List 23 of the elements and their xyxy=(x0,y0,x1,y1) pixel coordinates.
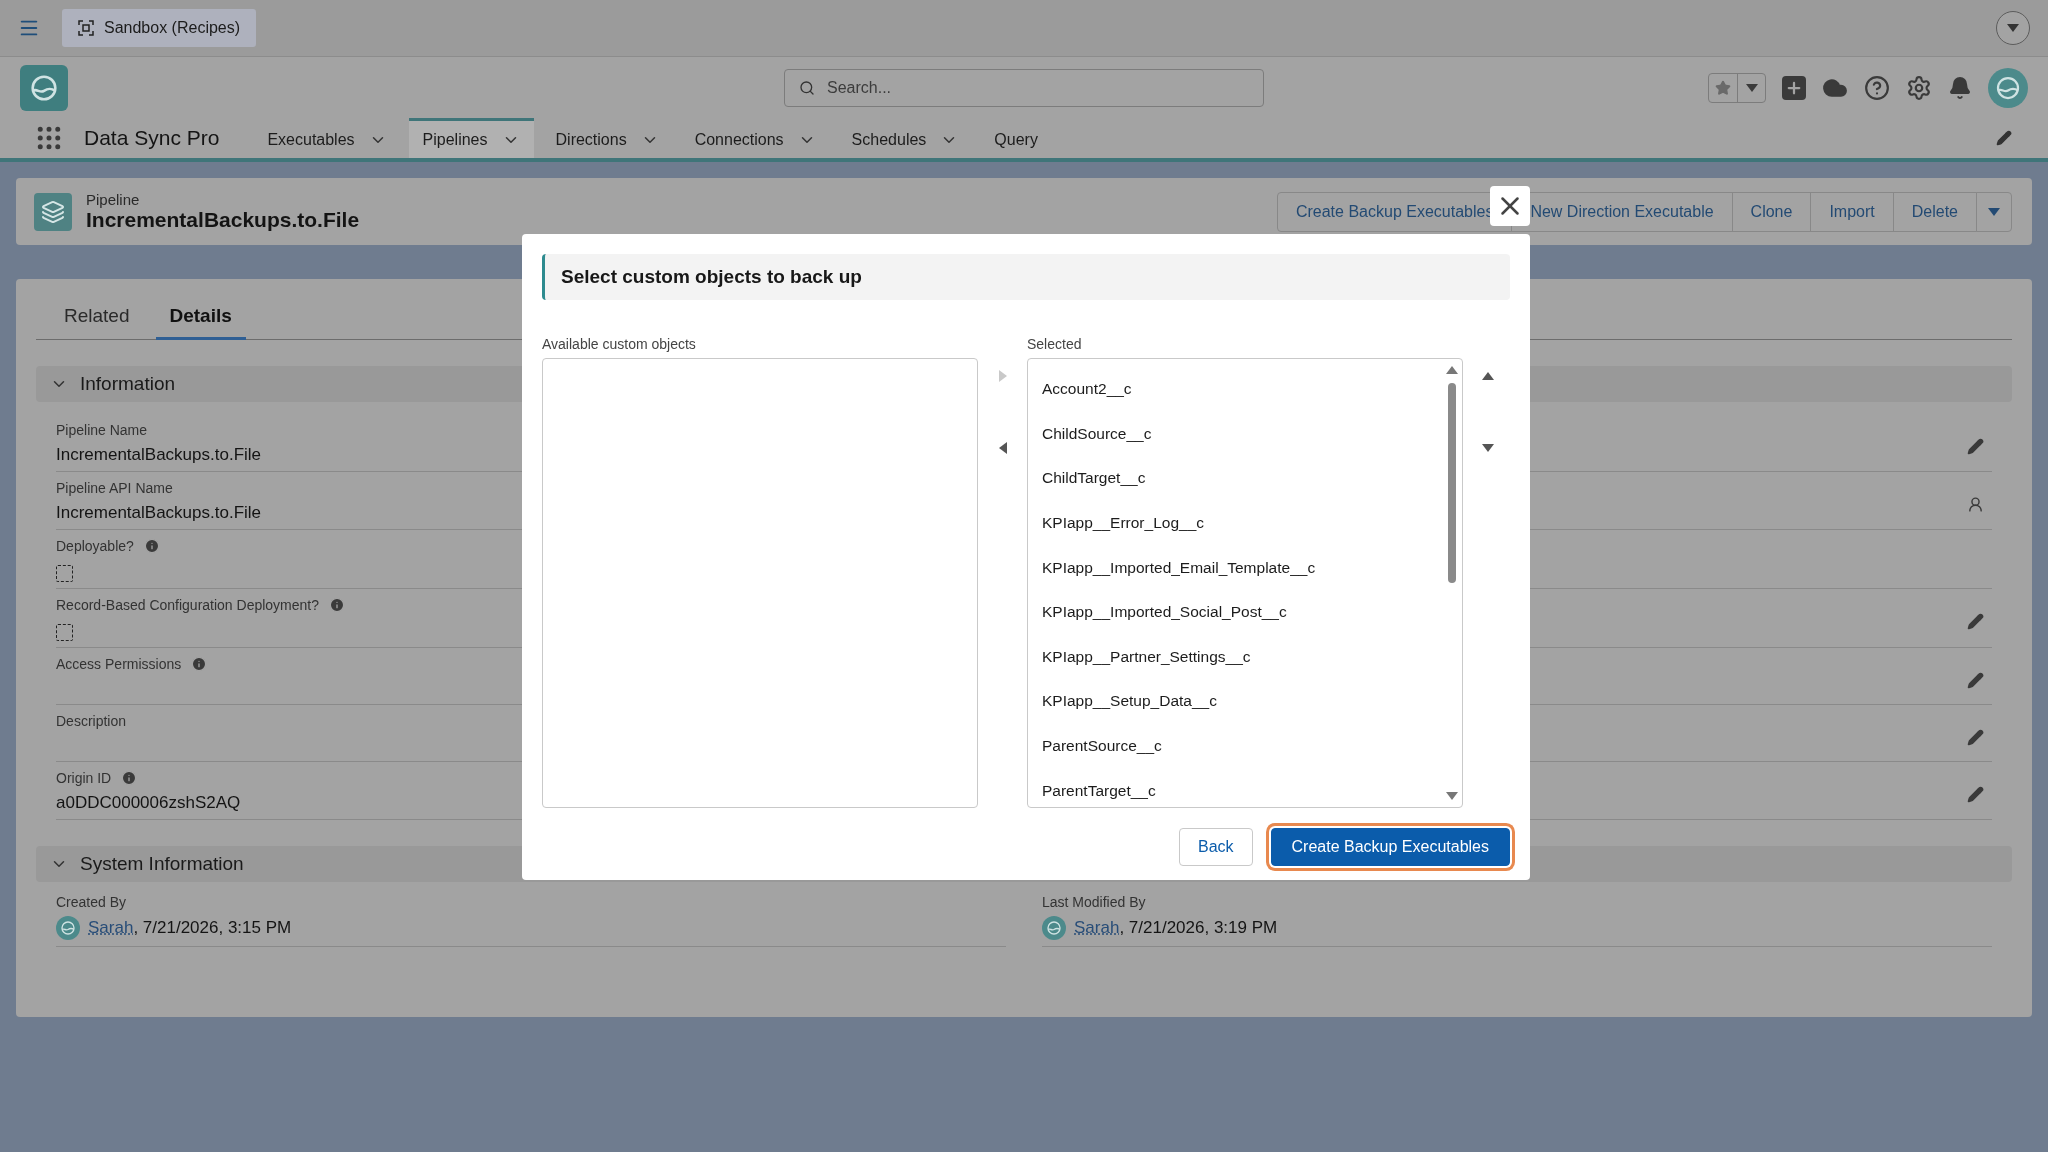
section-title: Information xyxy=(80,373,176,395)
field-label: Origin ID xyxy=(56,770,112,786)
list-label: Selected xyxy=(1027,336,1083,352)
section-title: System Information xyxy=(80,853,244,875)
field-label: Pipeline Name xyxy=(56,422,148,438)
record-type: Pipeline xyxy=(86,191,141,208)
field-label: Record-Based Configuration Deployment? xyxy=(56,597,320,613)
field-value: a0DDC000006zshS2AQ xyxy=(56,793,241,813)
org-tab-label: Sandbox (Recipes) xyxy=(104,19,241,37)
field-label: Last Modified By xyxy=(1042,894,1147,910)
list-label: Available custom objects xyxy=(542,336,697,352)
modal-title: Select custom objects to back up xyxy=(561,266,862,288)
app-name: Data Sync Pro xyxy=(84,125,220,151)
field-label: Description xyxy=(56,713,127,729)
field-value: , 7/21/2026, 3:19 PM xyxy=(1119,918,1278,937)
field-value: , 7/21/2026, 3:15 PM xyxy=(133,918,292,937)
field-value: IncrementalBackups.to.File xyxy=(56,503,262,523)
field-label: Created By xyxy=(56,894,128,910)
field-label: Access Permissions xyxy=(56,656,182,672)
field-label: Deployable? xyxy=(56,538,134,554)
field-label: Pipeline API Name xyxy=(56,480,173,496)
field-value: IncrementalBackups.to.File xyxy=(56,445,262,465)
record-title: IncrementalBackups.to.File xyxy=(86,208,360,232)
